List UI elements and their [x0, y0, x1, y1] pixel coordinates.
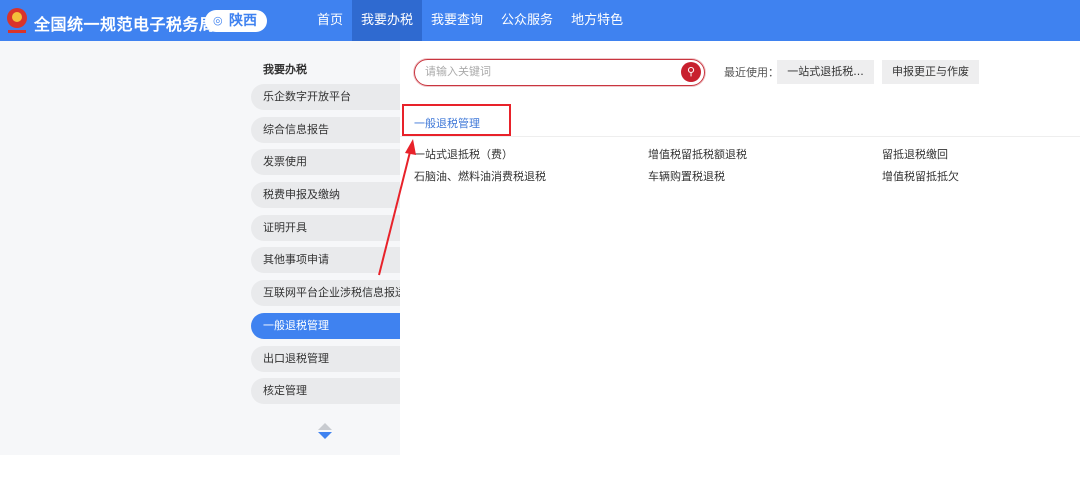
annotation-arrow-icon [378, 139, 416, 276]
